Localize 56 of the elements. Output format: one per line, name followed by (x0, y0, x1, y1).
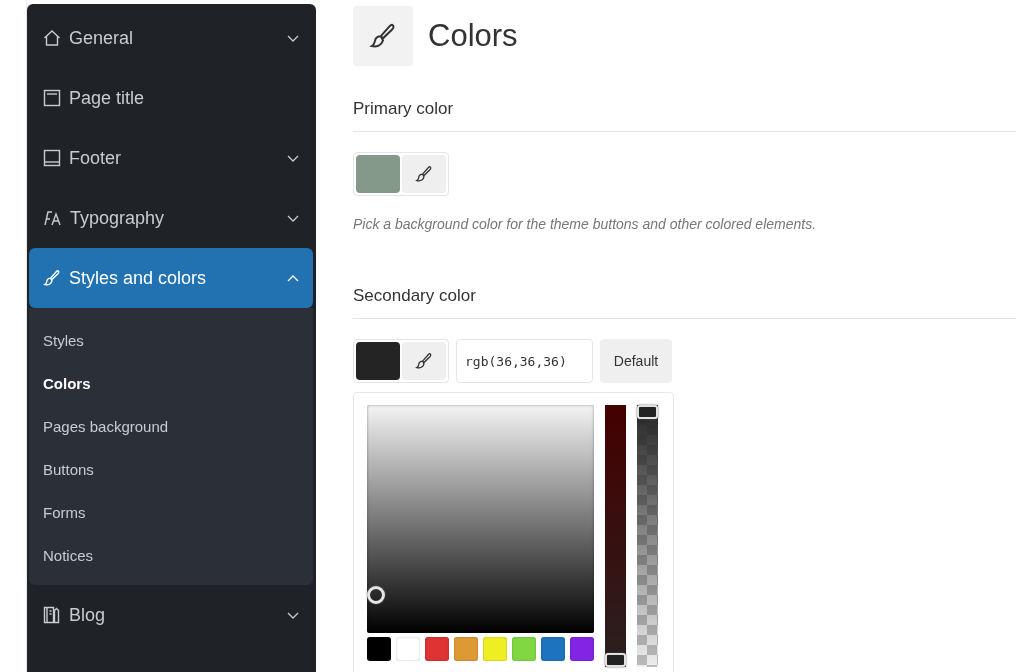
typography-icon (43, 209, 62, 227)
brush-icon (43, 269, 61, 287)
color-value-field[interactable]: rgb(36,36,36) (456, 339, 593, 383)
default-button[interactable]: Default (600, 339, 672, 383)
sidebar-item[interactable]: Typography (29, 188, 313, 248)
notebook-icon (43, 606, 61, 624)
color-swatch[interactable] (454, 637, 478, 661)
color-swatch[interactable] (541, 637, 565, 661)
sidebar-item-label: Typography (70, 207, 166, 229)
submenu-item[interactable]: Styles (29, 319, 313, 362)
sidebar-item-label: General (69, 27, 135, 49)
submenu-item[interactable]: Colors (29, 362, 313, 405)
brush-icon (415, 165, 433, 183)
color-swatch[interactable] (570, 637, 594, 661)
color-picker-button[interactable] (402, 342, 446, 380)
home-icon (43, 29, 61, 47)
color-swatch[interactable] (425, 637, 449, 661)
chevron-icon (287, 154, 299, 162)
color-swatch[interactable] (396, 637, 420, 661)
sidebar-item[interactable]: Styles and colors (29, 248, 313, 308)
hue-slider[interactable] (605, 405, 626, 667)
color-preview[interactable] (356, 155, 400, 193)
chevron-icon (287, 34, 299, 42)
sidebar-item-label: Styles and colors (69, 267, 208, 289)
sidebar-item-label: Blog (69, 604, 107, 626)
sidebar-item[interactable]: Footer (29, 128, 313, 188)
submenu-item[interactable]: Buttons (29, 448, 313, 491)
sidebar-item[interactable]: Blog (29, 585, 313, 645)
alpha-slider[interactable] (637, 405, 658, 667)
sidebar-item-label: Page title (69, 87, 146, 109)
chevron-icon (287, 611, 299, 619)
submenu-item[interactable]: Forms (29, 491, 313, 534)
color-picker-button[interactable] (402, 155, 446, 193)
color-gradient-area[interactable] (367, 405, 594, 633)
submenu-item[interactable]: Notices (29, 534, 313, 577)
footer-icon (43, 149, 61, 167)
color-marker[interactable] (367, 585, 385, 604)
sidebar-item[interactable]: General (29, 8, 313, 68)
page-title: Colors (428, 18, 518, 54)
hint-text: Pick a background color for the theme buttons and other colored elements. (353, 216, 818, 232)
chevron-icon (287, 214, 299, 222)
section-title: Secondary color (353, 286, 1016, 319)
alpha-slider-thumb[interactable] (637, 405, 658, 419)
color-swatch[interactable] (512, 637, 536, 661)
section-title: Primary color (353, 99, 1016, 132)
brush-icon (369, 22, 397, 50)
color-swatch[interactable] (483, 637, 507, 661)
chevron-icon (287, 274, 299, 282)
sidebar-item[interactable]: Page title (29, 68, 313, 128)
color-preview[interactable] (356, 342, 400, 380)
window-icon (43, 89, 61, 107)
sidebar-item-label: Footer (69, 147, 123, 169)
color-swatch[interactable] (367, 637, 391, 661)
submenu-item[interactable]: Pages background (29, 405, 313, 448)
hue-slider-thumb[interactable] (605, 653, 626, 667)
brush-icon (415, 352, 433, 370)
